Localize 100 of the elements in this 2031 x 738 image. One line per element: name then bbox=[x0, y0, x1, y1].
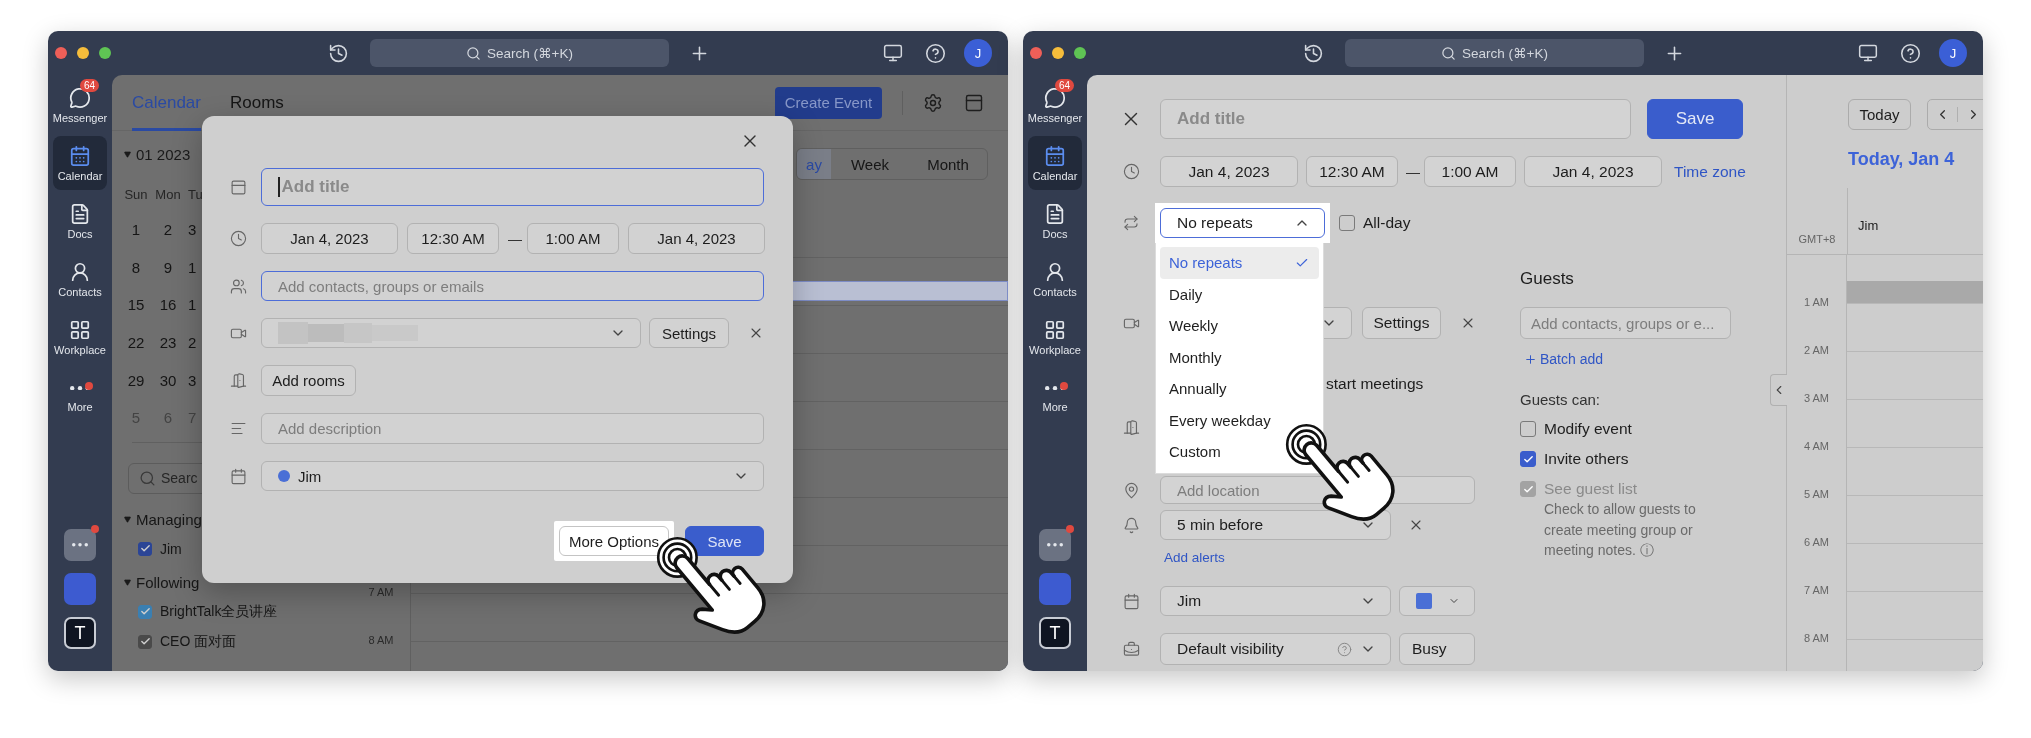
avatar[interactable]: J bbox=[1939, 39, 1967, 67]
guests-heading: Guests bbox=[1520, 269, 1575, 289]
calendar-name: CEO 面对面 bbox=[160, 632, 237, 651]
hour-label: 1 AM bbox=[1803, 296, 1830, 310]
settings-button[interactable]: Settings bbox=[649, 318, 729, 348]
unread-badge: 64 bbox=[80, 78, 100, 92]
weekday-label: Sun bbox=[123, 186, 149, 202]
calendar-day[interactable]: 3 bbox=[184, 371, 202, 389]
permissions-heading: Guests can: bbox=[1520, 391, 1602, 408]
visibility-select[interactable]: Default visibility bbox=[1160, 633, 1391, 665]
menu-item[interactable]: No repeats bbox=[1160, 247, 1319, 279]
calendar-day[interactable]: 30 bbox=[152, 371, 184, 389]
avatar[interactable]: J bbox=[964, 39, 992, 67]
calendar-select[interactable]: Jim bbox=[261, 461, 764, 491]
nav-item[interactable]: More bbox=[1028, 368, 1082, 422]
hour-label: 8 AM bbox=[1803, 632, 1830, 646]
nav-item[interactable]: Contacts bbox=[53, 252, 107, 306]
hour-label: 2 AM bbox=[1803, 344, 1830, 358]
weekday-label: Mon bbox=[154, 186, 182, 202]
calendar-day[interactable]: 2 bbox=[152, 221, 184, 239]
availability-select[interactable]: Busy bbox=[1399, 633, 1475, 665]
time-zone-link[interactable]: Time zone bbox=[1674, 162, 1746, 181]
add-rooms-button[interactable]: Add rooms bbox=[261, 365, 356, 396]
guests-field[interactable]: Add contacts, groups or e... bbox=[1520, 307, 1731, 339]
workspace-button[interactable]: T bbox=[1039, 617, 1071, 649]
menu-item[interactable]: Daily bbox=[1160, 278, 1319, 310]
nav-item[interactable]: Calendar bbox=[1028, 136, 1082, 190]
menu-item[interactable]: Annually bbox=[1160, 373, 1319, 405]
calendar-day[interactable]: 1 bbox=[184, 258, 202, 276]
unread-badge: 64 bbox=[1055, 78, 1075, 92]
more-options-button[interactable]: More Options bbox=[559, 526, 669, 556]
nav-item[interactable]: 64 Messenger bbox=[53, 78, 107, 132]
month-label: 01 2023 bbox=[136, 145, 191, 163]
view-tab[interactable]: Week bbox=[831, 149, 909, 179]
view-tab[interactable]: Month bbox=[909, 149, 987, 179]
today-button[interactable]: Today bbox=[1848, 99, 1911, 130]
calendar-name: BrightTalk全员讲座 bbox=[160, 602, 278, 621]
calendar-day[interactable]: 9 bbox=[152, 258, 184, 276]
hour-label: 7 AM bbox=[1803, 584, 1830, 598]
hint-text: Check to allow guests to create meeting group or meeting notes. ⓘ bbox=[1544, 500, 1697, 560]
create-event-button[interactable]: Create Event bbox=[775, 86, 882, 119]
current-date-heading: Today, Jan 4 bbox=[1847, 149, 1956, 169]
calendar-day[interactable]: 16 bbox=[152, 296, 184, 314]
hour-label: 4 AM bbox=[1803, 440, 1830, 454]
batch-add-link[interactable]: Batch add bbox=[1524, 351, 1604, 367]
timezone-label: GMT+8 bbox=[1798, 233, 1836, 247]
calendar-day[interactable]: 1 bbox=[120, 221, 152, 239]
date-picker[interactable]: Jan 4, 2023 bbox=[261, 223, 398, 254]
date-picker[interactable]: Jan 4, 2023 bbox=[1160, 156, 1298, 187]
time-picker[interactable]: 12:30 AM bbox=[407, 223, 499, 254]
calendar-day[interactable]: 15 bbox=[120, 296, 152, 314]
calendar-name: Jim bbox=[160, 540, 182, 557]
settings-button[interactable]: Settings bbox=[1362, 307, 1441, 339]
search-bar[interactable]: Search (⌘+K) bbox=[370, 39, 669, 67]
all-day-label: All-day bbox=[1363, 214, 1411, 232]
time-picker[interactable]: 12:30 AM bbox=[1306, 156, 1398, 187]
menu-item[interactable]: Weekly bbox=[1160, 310, 1319, 342]
nav-item[interactable]: 64 Messenger bbox=[1028, 78, 1082, 132]
hour-label: 5 AM bbox=[1803, 488, 1830, 502]
group-heading: Managing bbox=[136, 511, 202, 529]
hour-label: 3 AM bbox=[1803, 392, 1830, 406]
calendar-day[interactable]: 29 bbox=[120, 371, 152, 389]
calendar-day[interactable]: 3 bbox=[184, 221, 202, 239]
nav-item[interactable]: Workplace bbox=[53, 310, 107, 364]
hour-label: 8 AM bbox=[368, 634, 394, 648]
time-picker[interactable]: 1:00 AM bbox=[527, 223, 619, 254]
add-alerts-link[interactable]: Add alerts bbox=[1164, 549, 1225, 565]
weekday-label: Tu bbox=[187, 186, 202, 202]
menu-item[interactable]: Monthly bbox=[1160, 341, 1319, 373]
meeting-option-label: start meetings bbox=[1326, 375, 1424, 393]
nav-item[interactable]: More bbox=[53, 368, 107, 422]
nav-item[interactable]: Calendar bbox=[53, 136, 107, 190]
nav-item[interactable]: Contacts bbox=[1028, 252, 1082, 306]
permission-label: Modify event bbox=[1544, 420, 1632, 438]
calendar-day[interactable]: 22 bbox=[120, 334, 152, 352]
menu-item[interactable]: Every weekday bbox=[1160, 404, 1319, 436]
repeat-select[interactable]: No repeats bbox=[1160, 208, 1325, 238]
nav-item[interactable]: Docs bbox=[1028, 194, 1082, 248]
permission-label: Invite others bbox=[1544, 450, 1629, 468]
calendar-day[interactable]: 23 bbox=[152, 334, 184, 352]
column-heading: Jim bbox=[1858, 218, 1879, 233]
nav-item[interactable]: Workplace bbox=[1028, 310, 1082, 364]
guests-field[interactable]: Add contacts, groups or emails bbox=[261, 271, 764, 301]
calendar-day[interactable]: 2 bbox=[184, 334, 202, 352]
calendar-day[interactable]: 1 bbox=[184, 296, 202, 314]
nav-item[interactable]: Docs bbox=[53, 194, 107, 248]
description-field[interactable]: Add description bbox=[261, 413, 764, 444]
hour-label: 6 AM bbox=[1803, 536, 1830, 550]
save-button[interactable]: Save bbox=[1647, 99, 1743, 139]
alert-select[interactable]: 5 min before bbox=[1160, 510, 1391, 540]
calendar-day[interactable]: 8 bbox=[120, 258, 152, 276]
time-picker[interactable]: 1:00 AM bbox=[1424, 156, 1516, 187]
group-heading: Following bbox=[136, 574, 200, 592]
permission-label: See guest list bbox=[1544, 480, 1638, 498]
hour-label: 7 AM bbox=[368, 586, 394, 600]
calendar-select[interactable]: Jim bbox=[1160, 586, 1391, 616]
search-bar[interactable]: Search (⌘+K) bbox=[1345, 39, 1644, 67]
date-picker[interactable]: Jan 4, 2023 bbox=[628, 223, 765, 254]
workspace-button[interactable]: T bbox=[64, 617, 96, 649]
date-picker[interactable]: Jan 4, 2023 bbox=[1524, 156, 1662, 187]
